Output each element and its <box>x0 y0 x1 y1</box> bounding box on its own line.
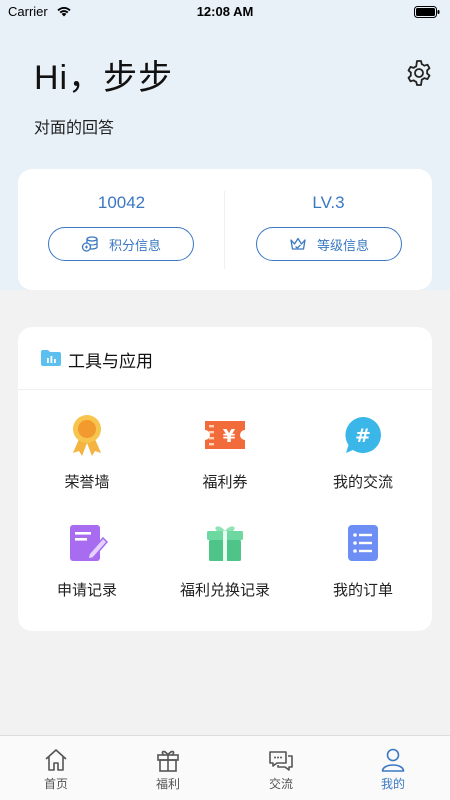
gear-icon[interactable] <box>404 58 434 88</box>
home-icon <box>45 749 67 771</box>
status-bar: Carrier 12:08 AM <box>0 0 450 24</box>
chat-icon <box>269 751 293 771</box>
user-subtitle: 对面的回答 <box>34 118 115 137</box>
tool-application-records[interactable]: 申请记录 <box>18 521 156 621</box>
tools-header: 工具与应用 <box>18 327 432 390</box>
list-icon <box>348 525 378 561</box>
tool-label: 申请记录 <box>56 581 117 599</box>
tab-bar: 首页 福利 交流 我的 <box>0 735 450 800</box>
gift-icon <box>207 526 243 561</box>
battery-icon <box>414 6 440 18</box>
tool-label: 福利券 <box>202 473 248 491</box>
tool-my-exchange[interactable]: # 我的交流 <box>294 413 432 513</box>
tools-card: 工具与应用 荣誉墙 ¥ 福利券 # 我的交流 申请记录 福利兑换记录 我的订单 <box>18 327 432 631</box>
level-info-label: 等级信息 <box>316 238 369 254</box>
folder-chart-icon <box>41 350 61 366</box>
level-info-button[interactable]: 等级信息 <box>256 227 402 261</box>
crown-icon <box>290 237 306 250</box>
greeting-title: Hi，步步 <box>34 59 174 97</box>
medal-icon <box>73 415 101 456</box>
tools-title: 工具与应用 <box>68 352 153 372</box>
tool-label: 福利兑换记录 <box>179 581 270 599</box>
tool-honor-wall[interactable]: 荣誉墙 <box>18 413 156 513</box>
tab-welfare[interactable]: 福利 <box>112 736 224 800</box>
status-time: 12:08 AM <box>196 4 254 19</box>
tab-label: 交流 <box>268 777 293 791</box>
points-section: 10042 积分信息 <box>18 169 225 290</box>
coins-icon <box>81 236 98 252</box>
ticket-icon: ¥ <box>205 421 245 449</box>
points-info-label: 积分信息 <box>108 238 161 254</box>
svg-text:#: # <box>355 425 371 447</box>
level-section: LV.3 等级信息 <box>225 169 432 290</box>
tab-mine[interactable]: 我的 <box>337 736 449 800</box>
tool-label: 我的订单 <box>332 581 393 599</box>
edit-note-icon <box>70 525 109 561</box>
person-icon <box>381 748 405 772</box>
svg-text:¥: ¥ <box>223 426 236 447</box>
tab-exchange[interactable]: 交流 <box>225 736 337 800</box>
tool-welfare-redeem-records[interactable]: 福利兑换记录 <box>156 521 294 621</box>
tab-label: 首页 <box>43 777 68 791</box>
hashtag-chat-icon: # <box>345 417 381 453</box>
points-value: 10042 <box>97 193 146 212</box>
tab-home[interactable]: 首页 <box>0 736 112 800</box>
stats-card: 10042 积分信息 LV.3 等级信息 <box>18 169 432 290</box>
tab-label: 我的 <box>380 777 405 791</box>
points-info-button[interactable]: 积分信息 <box>48 227 194 261</box>
tool-label: 我的交流 <box>332 473 393 491</box>
tab-label: 福利 <box>155 777 180 791</box>
level-value: LV.3 <box>312 193 345 212</box>
tool-welfare-coupon[interactable]: ¥ 福利券 <box>156 413 294 513</box>
gift-icon <box>157 750 179 772</box>
tool-label: 荣誉墙 <box>64 473 110 491</box>
tool-my-orders[interactable]: 我的订单 <box>294 521 432 621</box>
